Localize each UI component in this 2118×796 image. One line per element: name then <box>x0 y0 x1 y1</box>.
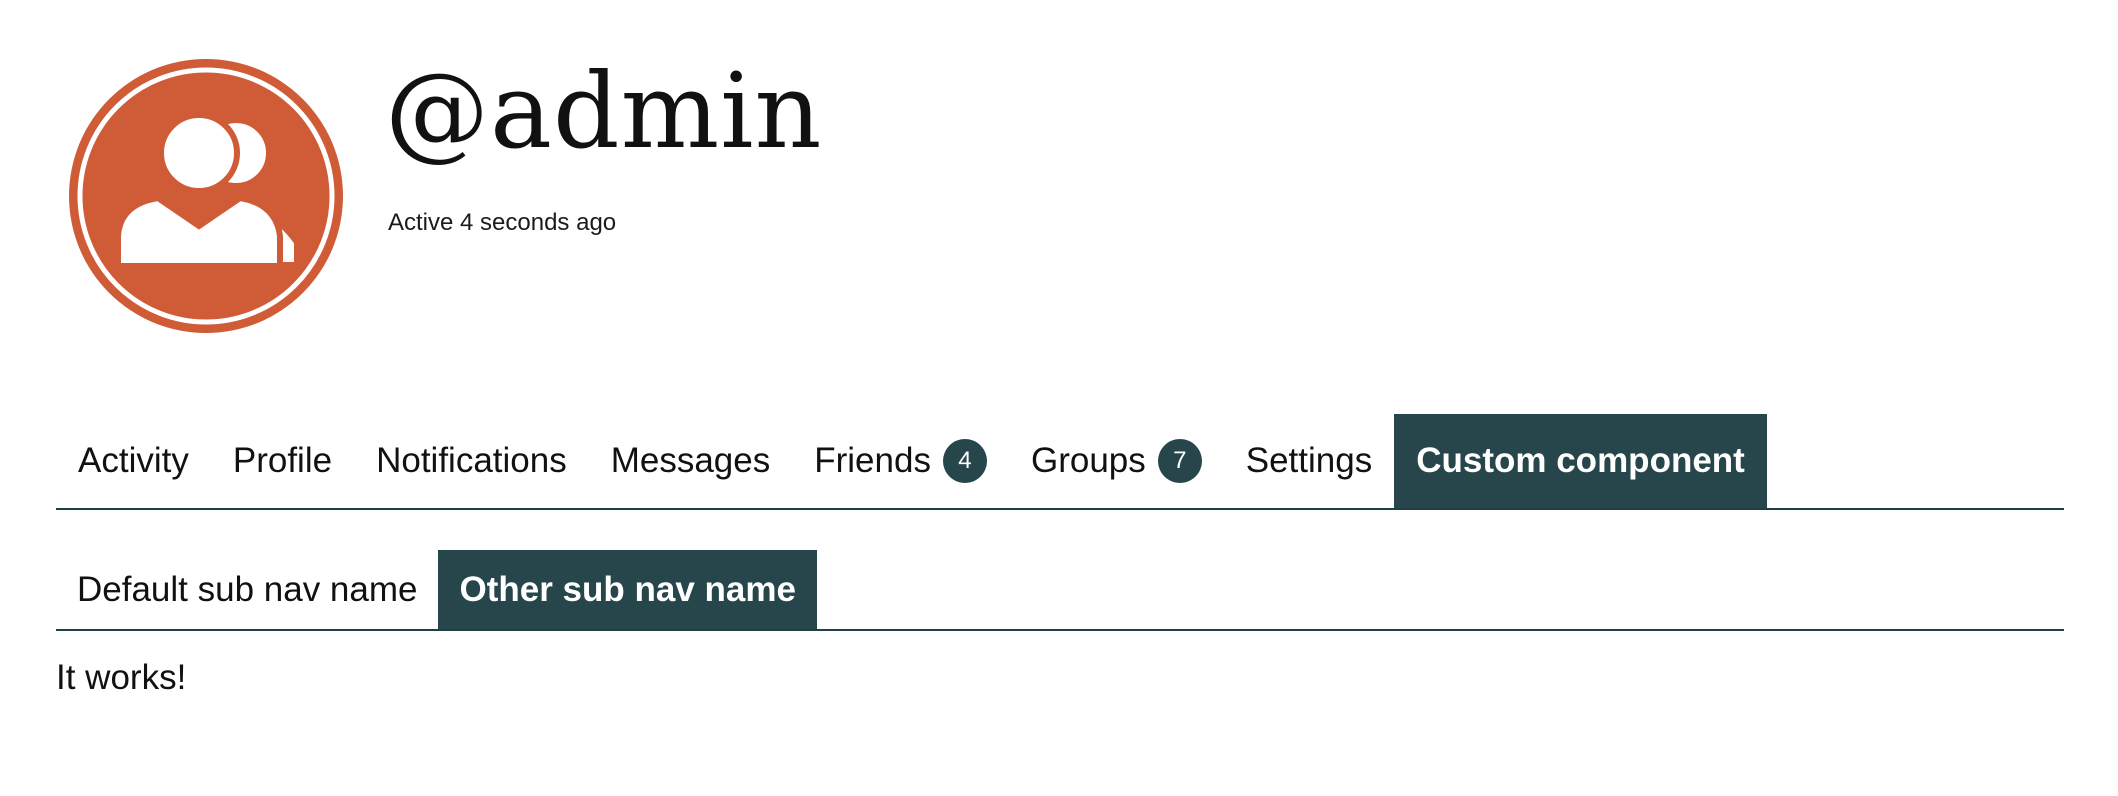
sub-nav-item-label: Other sub nav name <box>459 569 796 609</box>
nav-item-label: Settings <box>1245 441 1373 480</box>
avatar[interactable] <box>66 56 346 336</box>
nav-item-label: Profile <box>232 441 333 480</box>
sub-nav: Default sub nav name Other sub nav name <box>56 550 2064 631</box>
nav-item-label: Groups <box>1030 441 1146 480</box>
primary-nav: Activity Profile Notifications Messages … <box>56 414 2064 510</box>
nav-item-label: Notifications <box>376 441 567 480</box>
nav-item-profile[interactable]: Profile <box>211 414 354 508</box>
sub-nav-item-other[interactable]: Other sub nav name <box>438 550 817 629</box>
nav-item-friends[interactable]: Friends 4 <box>792 414 1009 508</box>
profile-header: @admin Active 4 seconds ago <box>0 0 2118 360</box>
nav-item-label: Custom component <box>1416 441 1745 480</box>
nav-item-notifications[interactable]: Notifications <box>354 414 589 508</box>
friends-count-badge: 4 <box>942 439 987 483</box>
nav-item-groups[interactable]: Groups 7 <box>1009 414 1224 508</box>
nav-item-messages[interactable]: Messages <box>589 414 793 508</box>
nav-item-settings[interactable]: Settings <box>1224 414 1394 508</box>
groups-count-badge: 7 <box>1157 439 1202 483</box>
sub-nav-item-default[interactable]: Default sub nav name <box>56 550 438 629</box>
nav-item-label: Activity <box>78 441 189 480</box>
nav-item-label: Messages <box>610 441 771 480</box>
content-message: It works! <box>56 658 187 697</box>
nav-item-label: Friends <box>814 441 931 480</box>
user-group-avatar-icon <box>69 59 343 333</box>
nav-item-activity[interactable]: Activity <box>56 414 211 508</box>
last-active-status: Active 4 seconds ago <box>388 209 617 236</box>
sub-nav-item-label: Default sub nav name <box>77 569 418 609</box>
username: @admin <box>385 50 823 172</box>
nav-item-custom-component[interactable]: Custom component <box>1394 414 1767 508</box>
